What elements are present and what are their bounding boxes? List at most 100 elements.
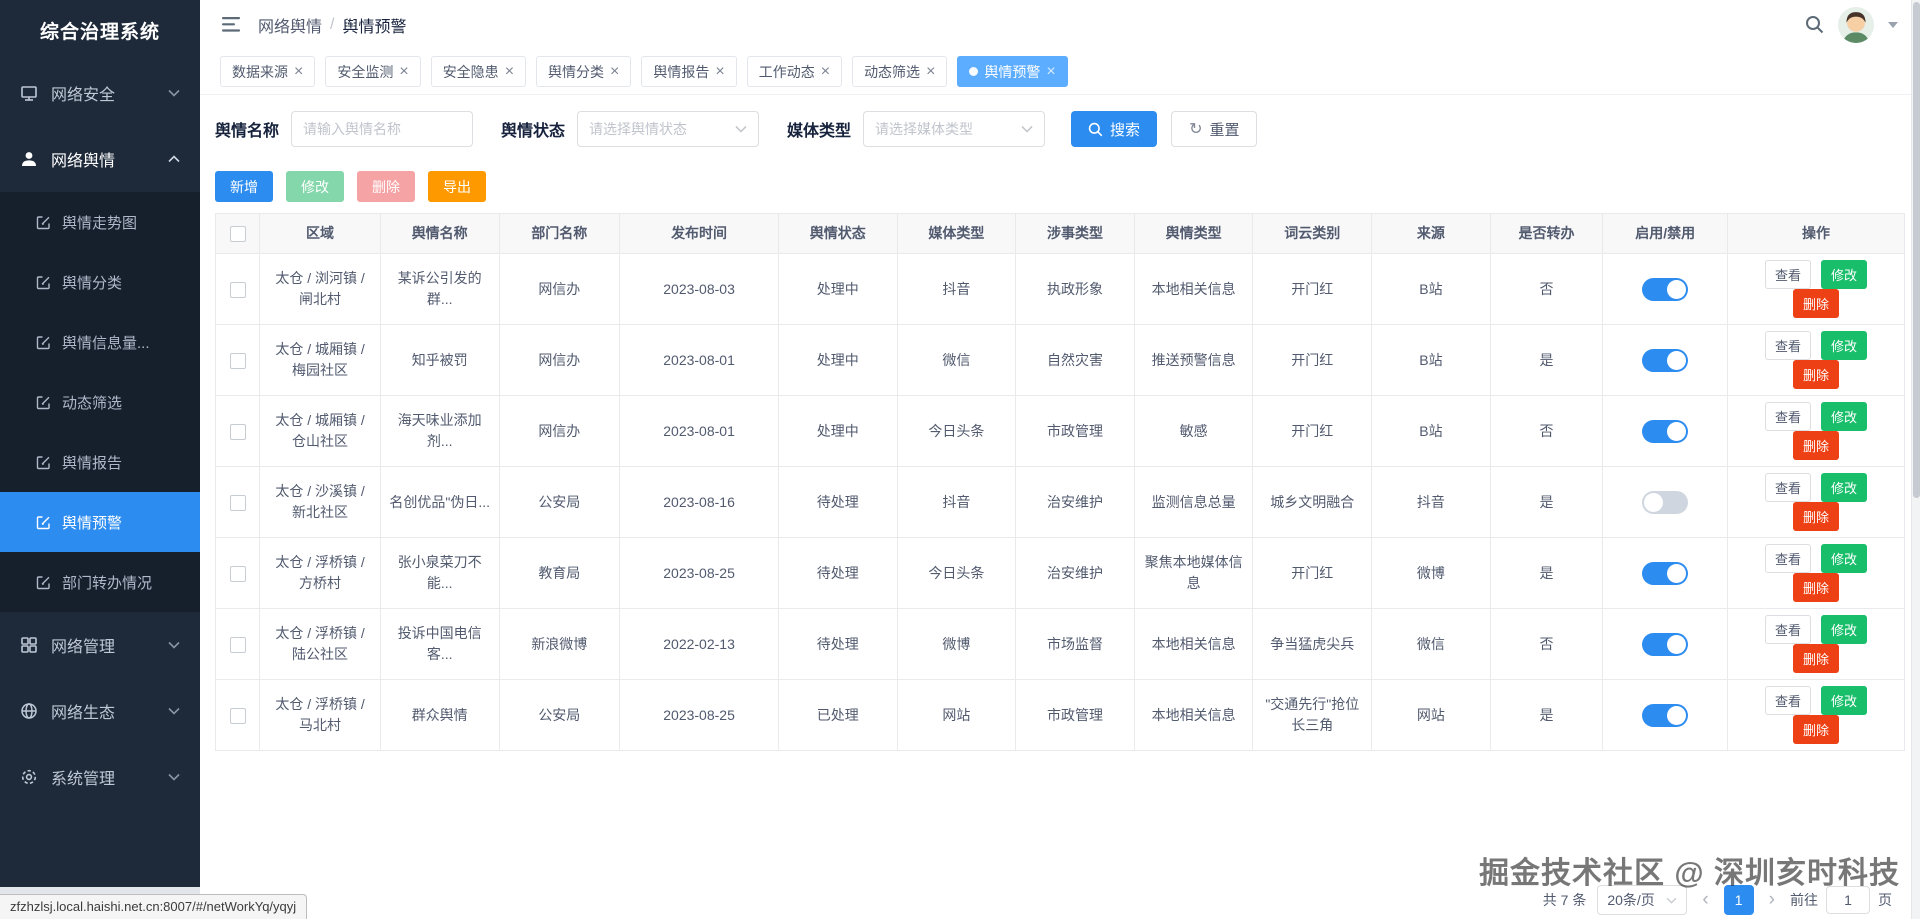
- enable-toggle[interactable]: [1642, 348, 1689, 372]
- cell-region: 太仓 / 浮桥镇 / 方桥村: [259, 537, 381, 609]
- table-row: 太仓 / 浮桥镇 / 方桥村 张小泉菜刀不能... 教育局 2023-08-25…: [214, 537, 1906, 609]
- sidebar-item-network-sentiment[interactable]: 网络舆情: [0, 126, 200, 192]
- delete-button[interactable]: 删除: [1792, 715, 1839, 744]
- toolbar-delete-button[interactable]: 删除: [357, 171, 415, 202]
- edit-button[interactable]: 修改: [1820, 473, 1867, 502]
- tab[interactable]: 数据来源 ×: [220, 56, 316, 87]
- tab[interactable]: 动态筛选 ×: [852, 56, 948, 87]
- search-button[interactable]: 搜索: [1071, 111, 1158, 147]
- delete-button[interactable]: 删除: [1792, 502, 1839, 531]
- cell-name: 群众舆情: [379, 679, 500, 751]
- tab[interactable]: 安全监测 ×: [325, 56, 421, 87]
- sidebar-subitem[interactable]: 舆情分类: [0, 252, 200, 312]
- delete-button[interactable]: 删除: [1792, 431, 1839, 460]
- close-icon[interactable]: ×: [1046, 63, 1055, 80]
- cell-publish-date: 2022-02-13: [619, 608, 779, 680]
- chevron-down-icon[interactable]: [1888, 21, 1898, 28]
- tab[interactable]: 安全隐患 ×: [430, 56, 527, 87]
- enable-toggle[interactable]: [1642, 277, 1689, 301]
- view-button[interactable]: 查看: [1765, 686, 1812, 715]
- avatar[interactable]: [1838, 6, 1874, 43]
- enable-toggle[interactable]: [1642, 561, 1689, 585]
- row-checkbox[interactable]: [229, 707, 246, 724]
- sidebar-subitem[interactable]: 舆情预警: [0, 492, 200, 552]
- delete-button[interactable]: 删除: [1792, 573, 1839, 602]
- edit-button[interactable]: 修改: [1820, 331, 1867, 360]
- cell-source: 抖音: [1371, 466, 1491, 538]
- close-icon[interactable]: ×: [610, 63, 619, 80]
- browser-status-url: zfzhzlsj.local.haishi.net.cn:8007/#/netW…: [0, 894, 308, 919]
- enable-toggle[interactable]: [1642, 419, 1689, 443]
- tab[interactable]: 舆情预警 ×: [957, 56, 1068, 87]
- row-checkbox[interactable]: [229, 423, 246, 440]
- tab[interactable]: 舆情分类 ×: [536, 56, 632, 87]
- tab[interactable]: 工作动态 ×: [746, 56, 843, 87]
- sentiment-name-input[interactable]: [291, 111, 474, 147]
- toolbar-edit-button[interactable]: 修改: [286, 171, 344, 202]
- enable-toggle[interactable]: [1642, 632, 1689, 656]
- row-checkbox[interactable]: [229, 281, 246, 298]
- prev-page-button[interactable]: ‹: [1698, 889, 1712, 911]
- enable-toggle[interactable]: [1642, 703, 1689, 727]
- sidebar-subitem[interactable]: 舆情信息量...: [0, 312, 200, 372]
- table-row: 太仓 / 浏河镇 / 闸北村 某诉公引发的群... 网信办 2023-08-03…: [214, 253, 1906, 325]
- row-checkbox[interactable]: [229, 636, 246, 653]
- scrollbar-thumb[interactable]: [1913, 2, 1920, 499]
- media-type-select[interactable]: 请选择媒体类型: [863, 111, 1046, 147]
- delete-button[interactable]: 删除: [1792, 644, 1839, 673]
- cell-involve-type: 执政形象: [1015, 253, 1135, 325]
- next-page-button[interactable]: ›: [1765, 889, 1779, 911]
- close-icon[interactable]: ×: [926, 63, 935, 80]
- row-checkbox[interactable]: [229, 352, 246, 369]
- edit-button[interactable]: 修改: [1820, 615, 1867, 644]
- close-icon[interactable]: ×: [715, 63, 724, 80]
- sidebar-item-network-ecology[interactable]: 网络生态: [0, 678, 200, 744]
- edit-button[interactable]: 修改: [1820, 544, 1867, 573]
- sentiment-status-select[interactable]: 请选择舆情状态: [577, 111, 760, 147]
- goto-page-input[interactable]: [1826, 886, 1870, 914]
- sidebar-item-network-security[interactable]: 网络安全: [0, 60, 200, 126]
- close-icon[interactable]: ×: [821, 63, 830, 80]
- reset-button[interactable]: ↻ 重置: [1171, 111, 1258, 147]
- export-button[interactable]: 导出: [428, 171, 486, 202]
- close-icon[interactable]: ×: [399, 63, 408, 80]
- search-icon[interactable]: [1805, 15, 1824, 34]
- chevron-down-icon: [168, 707, 180, 715]
- view-button[interactable]: 查看: [1765, 544, 1812, 573]
- sidebar-subitem[interactable]: 动态筛选: [0, 372, 200, 432]
- sidebar-subitem[interactable]: 舆情报告: [0, 432, 200, 492]
- view-button[interactable]: 查看: [1765, 260, 1812, 289]
- tab[interactable]: 舆情报告 ×: [641, 56, 737, 87]
- edit-button[interactable]: 修改: [1820, 260, 1867, 289]
- delete-button[interactable]: 删除: [1792, 289, 1839, 318]
- sidebar-subitem[interactable]: 部门转办情况: [0, 552, 200, 612]
- close-icon[interactable]: ×: [505, 63, 514, 80]
- select-all-checkbox[interactable]: [229, 226, 246, 243]
- cell-wordcloud-category: 开门红: [1252, 253, 1373, 325]
- sidebar-item-network-management[interactable]: 网络管理: [0, 612, 200, 678]
- sidebar-subitem-label: 舆情走势图: [62, 214, 138, 232]
- cell-involve-type: 市政管理: [1015, 679, 1135, 751]
- total-count: 共 7 条: [1542, 892, 1587, 908]
- add-button[interactable]: 新增: [215, 171, 273, 202]
- row-checkbox[interactable]: [229, 494, 246, 511]
- row-checkbox[interactable]: [229, 565, 246, 582]
- close-icon[interactable]: ×: [294, 63, 303, 80]
- page-size-select[interactable]: 20条/页: [1597, 885, 1688, 915]
- sidebar-item-system-management[interactable]: 系统管理: [0, 744, 200, 810]
- edit-button[interactable]: 修改: [1820, 402, 1867, 431]
- view-button[interactable]: 查看: [1765, 402, 1812, 431]
- view-button[interactable]: 查看: [1765, 473, 1812, 502]
- view-button[interactable]: 查看: [1765, 331, 1812, 360]
- collapse-menu-icon[interactable]: [222, 16, 242, 33]
- breadcrumb-item[interactable]: 网络舆情: [258, 13, 322, 37]
- edit-button[interactable]: 修改: [1820, 686, 1867, 715]
- vertical-scrollbar: [1911, 0, 1920, 919]
- enable-toggle[interactable]: [1642, 490, 1689, 514]
- top-header: 网络舆情 / 舆情预警: [200, 0, 1920, 49]
- delete-button[interactable]: 删除: [1792, 360, 1839, 389]
- sidebar-subitem[interactable]: 舆情走势图: [0, 192, 200, 252]
- view-button[interactable]: 查看: [1765, 615, 1812, 644]
- current-page-button[interactable]: 1: [1723, 885, 1754, 915]
- chevron-down-icon: [168, 89, 180, 97]
